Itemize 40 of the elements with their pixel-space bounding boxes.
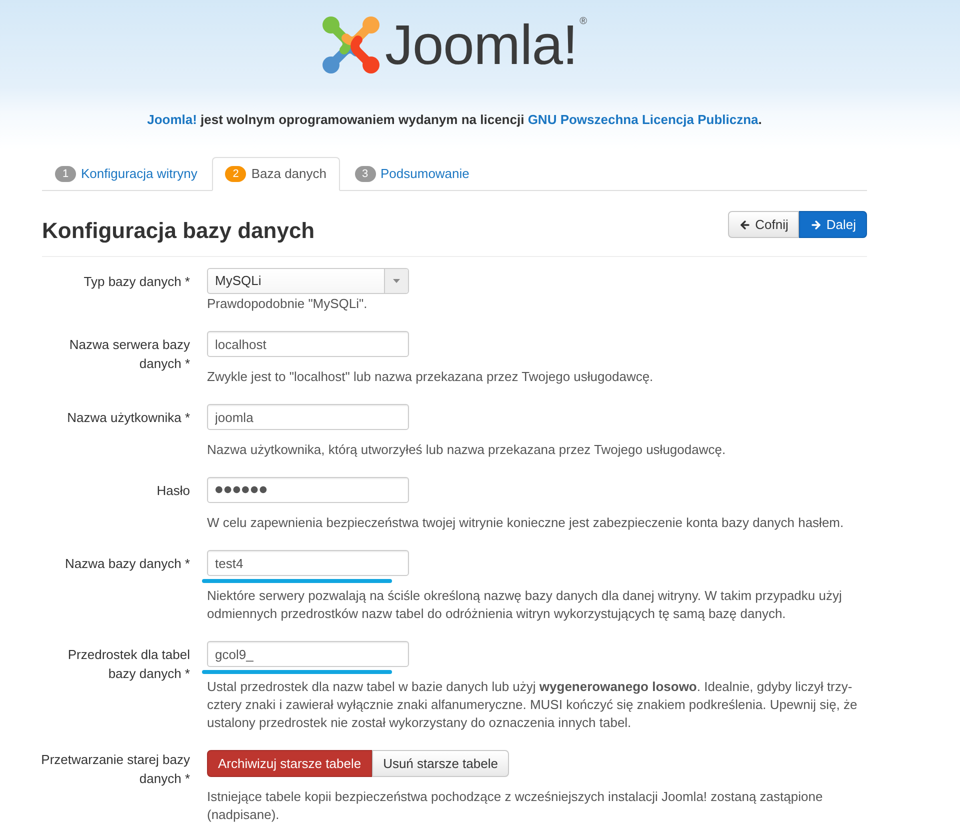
step-number-badge: 1 <box>55 166 76 182</box>
input-field[interactable]: joomla <box>207 404 409 430</box>
next-button[interactable]: Dalej <box>799 211 867 238</box>
field-label: Przetwarzanie starej bazy danych * <box>40 751 190 788</box>
registered-mark: ® <box>580 17 587 27</box>
logo-icon <box>322 16 380 74</box>
back-button[interactable]: Cofnij <box>728 211 800 238</box>
option-button[interactable]: Usuń starsze tabele <box>372 750 509 777</box>
help-text: Nazwa użytkownika, którą utworzyłeś lub nazwa przekazana przez Twojego usługodawcę. <box>207 441 727 459</box>
field-label: Nazwa serwera bazy danych * <box>68 336 190 373</box>
field-label: Przedrostek dla tabel bazy danych * <box>66 646 190 683</box>
option-button[interactable]: Archiwizuj starsze tabele <box>207 750 372 777</box>
arrow-left-icon <box>739 218 752 230</box>
tab[interactable]: 2 Baza danych <box>212 157 340 191</box>
password-field[interactable]: ●●●●●● <box>207 477 409 503</box>
tab[interactable]: 1 Konfiguracja witryny <box>42 157 210 191</box>
select-field[interactable]: MySQLi <box>207 268 409 294</box>
logo-text: Joomla! <box>385 17 578 73</box>
input-field[interactable]: test4 <box>207 550 409 576</box>
text-link[interactable]: Joomla! <box>147 112 197 127</box>
help-text: Prawdopodobnie "MySQLi". <box>207 295 368 313</box>
field-label: Nazwa bazy danych * <box>64 555 190 573</box>
input-field[interactable]: localhost <box>207 331 409 357</box>
field-label: Typ bazy danych * <box>82 273 190 291</box>
tab[interactable]: 3 Podsumowanie <box>342 157 482 191</box>
text-link[interactable]: GNU Powszechna Licencja Publiczna <box>528 112 758 127</box>
page-title: Konfiguracja bazy danych <box>42 217 315 244</box>
input-field[interactable]: gcol9_ <box>207 641 409 667</box>
help-text: Niektóre serwery pozwalają na ściśle określoną nazwę bazy danych dla danej witryny. W takim przypadku użyj odmiennych przedrostków nazw tabel do odróżnienia witryn wykorzystujących tę samą bazę danych. <box>207 587 843 623</box>
help-text: Zwykle jest to "localhost" lub nazwa przekazana przez Twojego usługodawcę. <box>207 368 654 386</box>
help-text: Ustal przedrostek dla nazw tabel w bazie danych lub użyj wygenerowanego losowo. Idealnie, gdyby liczył trzy-cztery znaki i zawierał wyłącznie znaki alfanumeryczne. MUSI kończyć się znakiem podkreślenia. Upewnij się, że ustalony przedrostek nie został wykorzystany do oznaczenia innych tabel. <box>207 678 858 732</box>
license-notice: Joomla! jest wolnym oprogramowaniem wydanym na licencji GNU Powszechna Licencja Publiczna. <box>146 111 763 129</box>
step-number-badge: 3 <box>354 166 376 182</box>
step-number-badge: 2 <box>225 166 246 182</box>
help-text: W celu zapewnienia bezpieczeństwa twojej witrynie konieczne jest zabezpieczenie konta bazy danych hasłem. <box>207 514 845 532</box>
help-text: Istniejące tabele kopii bezpieczeństwa pochodzące z wcześniejszych instalacji Joomla! zostaną zastąpione (nadpisane). <box>207 788 824 824</box>
caret-down-icon <box>393 279 400 283</box>
field-label: Hasło <box>156 482 190 500</box>
field-label: Nazwa użytkownika * <box>66 409 190 427</box>
arrow-right-icon <box>810 218 822 230</box>
